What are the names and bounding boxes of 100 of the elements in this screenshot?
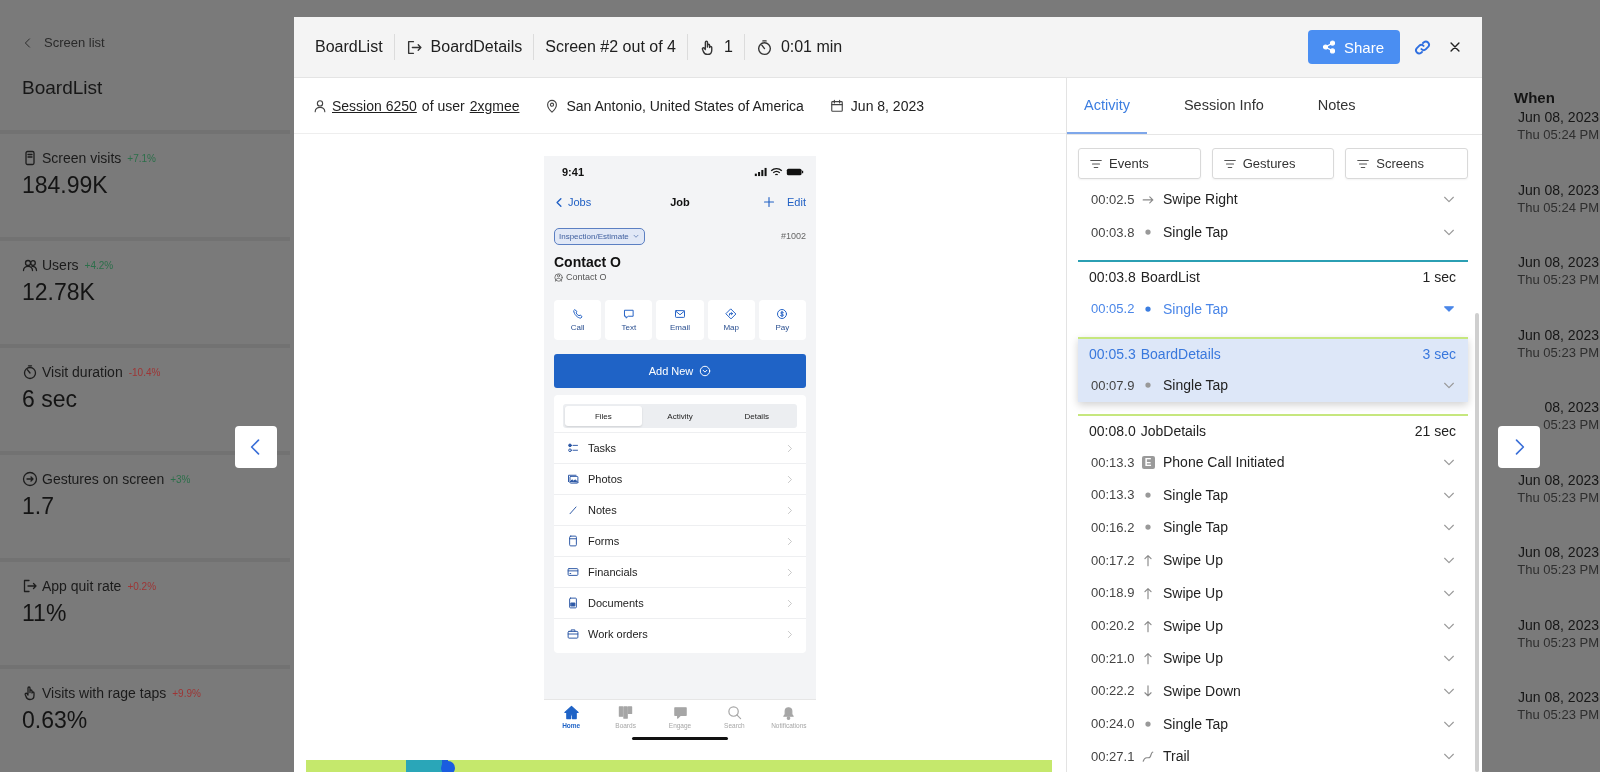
search-icon[interactable] [726,705,742,720]
exit-icon [405,38,423,56]
event-row[interactable]: 00:03.8 Single Tap [1078,215,1468,249]
user-link[interactable]: 2xgmee [469,97,520,114]
action-button[interactable]: Email [656,300,704,340]
session-text: of user [421,97,465,114]
list-row[interactable]: Tasks [554,432,806,463]
back-link[interactable]: Jobs [554,196,592,208]
filter-button[interactable]: Gestures [1211,148,1335,179]
event-label: Single Tap [1163,486,1229,503]
briefcase-icon[interactable] [567,628,579,640]
date-text: Jun 08, 2023 [1518,470,1599,489]
timeline-thumb[interactable] [440,761,455,772]
chevron-circle-icon[interactable] [699,365,712,377]
time-text: Thu 05:23 PM [1517,561,1599,579]
event-row[interactable]: 00:13.3 E Phone Call Initiated [1078,445,1468,479]
home-icon[interactable] [563,705,579,720]
next-button[interactable] [1498,426,1540,468]
panel-tab[interactable]: Session Info [1166,78,1281,134]
list-row[interactable]: Work orders [554,618,806,649]
tap-count: 1 [723,38,733,56]
close-icon[interactable] [1448,40,1462,54]
list-label[interactable]: Photos [588,473,785,485]
panel-tab[interactable]: Notes [1300,78,1373,134]
list-row[interactable]: Photos [554,463,806,494]
event-row[interactable]: 00:02.5 Swipe Right [1078,183,1468,216]
direction-icon[interactable] [725,308,738,320]
status-dropdown[interactable]: Inspection/Estimate [554,227,645,245]
action-button[interactable]: Pay [758,300,806,340]
form-icon[interactable] [567,535,579,547]
list-row[interactable]: Notes [554,494,806,525]
document-icon[interactable] [567,597,579,609]
previous-button[interactable] [235,426,277,468]
event-row[interactable]: 00:18.9 Swipe Up [1078,576,1468,610]
bell-icon[interactable] [781,705,797,720]
phone-icon[interactable] [571,308,584,320]
scrollbar[interactable] [1475,313,1479,772]
share-icon[interactable] [1321,40,1336,54]
list-row[interactable]: Documents [554,587,806,618]
event-row[interactable]: 00:05.2 Single Tap [1078,292,1468,326]
coin-icon[interactable] [776,308,789,320]
filter-button[interactable]: Events [1078,148,1201,179]
list-row[interactable]: Financials [554,556,806,587]
segment-tab[interactable]: Details [718,406,795,426]
event-row[interactable]: 00:22.2 Swipe Down [1078,674,1468,708]
list-label[interactable]: Notes [588,504,785,516]
timeline-track[interactable] [306,760,1052,772]
list-label[interactable]: Documents [588,597,785,609]
event-row[interactable]: 00:16.2 Single Tap [1078,511,1468,544]
session-link[interactable]: Session 6250 [332,97,417,114]
date-text: Jun 08, 2023 [1518,108,1599,126]
event-row[interactable]: 00:13.3 Single Tap [1078,478,1468,512]
list-label[interactable]: Financials [588,566,785,578]
gesture-icon [22,471,38,487]
screen-group[interactable]: 00:02.5 Swipe Right 00:03.8 Single Tap [1078,183,1468,249]
pen-icon[interactable] [567,504,579,516]
action-button[interactable]: Call [554,300,602,340]
segmented-control[interactable]: Files Activity Details [563,404,797,428]
event-row[interactable]: 00:21.0 Swipe Up [1078,641,1468,675]
event-row[interactable]: 00:24.0 Single Tap [1078,707,1468,740]
action-button[interactable]: Text [605,300,653,340]
time-text: Thu 05:24 PM [1517,198,1599,217]
list-label[interactable]: Work orders [588,628,785,640]
event-label: Swipe Up [1163,650,1223,667]
event-label: Single Tap [1163,224,1229,241]
edit-link[interactable]: Edit [787,196,806,208]
list-label[interactable]: Tasks [588,442,785,454]
event-row[interactable]: 00:07.9 Single Tap [1078,369,1468,402]
nav-title: Job [670,196,690,208]
link-icon[interactable] [1414,38,1431,56]
event-time: 00:27.1 [1091,748,1136,764]
event-row[interactable]: 00:20.2 Swipe Up [1078,609,1468,642]
event-row[interactable]: 00:17.2 Swipe Up [1078,543,1468,577]
session-date: Jun 8, 2023 [850,97,924,114]
screen-group[interactable]: 00:05.3 BoardDetails 3 sec 00:07.9 Single Tap [1078,337,1468,402]
photos-icon[interactable] [567,473,579,485]
metric-change: +4.2% [84,259,114,271]
segment-tab[interactable]: Activity [641,406,719,426]
list-row[interactable]: Forms [554,525,806,556]
add-new-button[interactable]: Add New [554,354,806,388]
timer-icon [22,364,38,380]
screen-group[interactable]: 00:03.8 BoardList 1 sec 00:05.2 Single Tap [1078,260,1468,326]
panel-tab[interactable]: Activity [1067,78,1147,134]
chevron-down-icon[interactable] [631,232,640,240]
filter-button[interactable]: Screens [1345,148,1468,179]
action-button[interactable]: Map [707,300,755,340]
segment-tab[interactable]: Files [565,406,642,426]
metric-label: Users [42,257,79,273]
boards-icon[interactable] [618,705,634,720]
chat-icon[interactable] [672,705,688,720]
arrow-down-icon [1141,683,1155,698]
metric-value: 11% [22,599,68,627]
person-icon [554,272,563,282]
speech-bubble-icon[interactable] [622,308,635,320]
checklist-icon[interactable] [567,442,579,454]
list-label[interactable]: Forms [588,535,785,547]
contact-subtitle: Contact O [566,272,607,282]
event-row[interactable]: 00:27.1 Trail [1078,739,1468,772]
envelope-icon[interactable] [674,308,686,320]
card-icon[interactable] [567,566,579,578]
